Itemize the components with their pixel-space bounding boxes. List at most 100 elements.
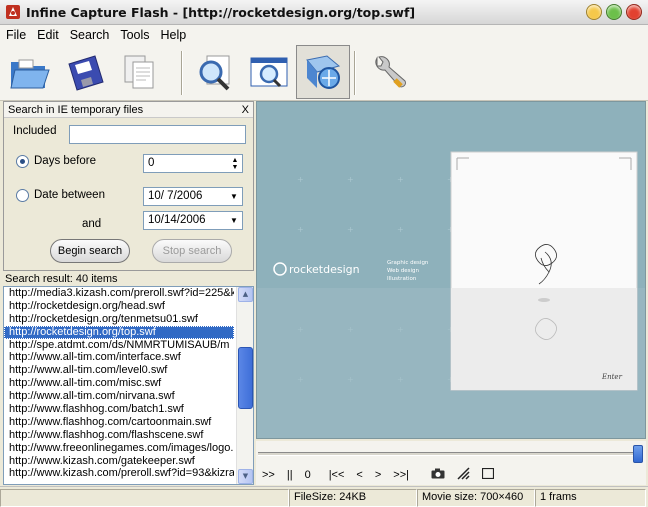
list-item[interactable]: http://www.flashhog.com/batch1.swf — [4, 403, 234, 416]
window-title: Infine Capture Flash - [http://rocketdes… — [26, 4, 416, 20]
toolbar — [0, 45, 648, 101]
preview-service-graphic: Graphic design — [387, 260, 429, 266]
open-folder-icon — [10, 59, 50, 89]
resize-grip-icon[interactable] — [451, 467, 476, 483]
menu-bar: File Edit Search Tools Help — [0, 25, 648, 45]
included-input[interactable] — [69, 125, 246, 144]
status-frames: 1 frams — [535, 489, 646, 507]
seek-track[interactable] — [258, 452, 638, 456]
search-panel: Search in IE temporary files X Included … — [3, 101, 254, 271]
close-panel-icon[interactable]: X — [242, 104, 249, 116]
menu-file[interactable]: File — [0, 28, 31, 42]
close-button[interactable] — [626, 4, 642, 20]
save-floppy-icon — [68, 55, 104, 91]
svg-text:+: + — [297, 175, 304, 184]
search-window-icon — [250, 57, 288, 88]
menu-search[interactable]: Search — [64, 28, 115, 42]
list-item[interactable]: http://www.kizash.com/gatekeeper.swf — [4, 455, 234, 468]
preview-brand: rocketdesign — [289, 263, 360, 276]
copy-button[interactable] — [112, 45, 166, 99]
list-item[interactable]: http://www.all-tim.com/nirvana.swf — [4, 390, 234, 403]
save-button[interactable] — [58, 45, 112, 99]
svg-text:+: + — [347, 225, 354, 234]
prev-frame-button[interactable]: < — [350, 469, 368, 481]
date-from-picker[interactable]: 10/ 7/2006 ▼ — [143, 187, 243, 206]
settings-button[interactable] — [362, 45, 416, 99]
date-between-label: Date between — [34, 189, 105, 201]
playback-controls: >> || 0 |<< < > >>| — [256, 465, 646, 485]
included-label: Included — [13, 125, 57, 137]
find-in-page-button[interactable] — [188, 45, 242, 99]
open-button[interactable] — [2, 45, 56, 99]
list-item[interactable]: http://www.kizash.com/preroll.swf?id=93&… — [4, 467, 234, 480]
scroll-down-icon[interactable]: ▼ — [238, 469, 253, 484]
next-frame-button[interactable]: > — [369, 469, 387, 481]
svg-text:+: + — [397, 225, 404, 234]
stop-search-button[interactable]: Stop search — [152, 239, 232, 263]
svg-text:+: + — [347, 175, 354, 184]
status-movie-size: Movie size: 700×460 — [417, 489, 535, 507]
search-panel-title: Search in IE temporary files — [8, 103, 144, 116]
ie-cache-icon — [306, 55, 341, 89]
preview-canvas: ++++ ++++ ++++ ++++ rocketdesign Graphic… — [257, 151, 645, 438]
app-flash-icon — [5, 4, 21, 20]
menu-edit[interactable]: Edit — [31, 28, 64, 42]
status-filesize: FileSize: 24KB — [289, 489, 417, 507]
vertical-scrollbar[interactable]: ▲ ▼ — [236, 287, 253, 484]
begin-search-button[interactable]: Begin search — [50, 239, 130, 263]
status-bar: FileSize: 24KB Movie size: 700×460 1 fra… — [0, 486, 648, 507]
search-panel-header: Search in IE temporary files X — [4, 102, 253, 118]
search-result-count: Search result: 40 items — [5, 273, 118, 285]
search-window-button[interactable] — [242, 45, 296, 99]
days-before-field[interactable]: 0 ▲ ▼ — [143, 154, 243, 173]
list-item[interactable]: http://www.flashhog.com/cartoonmain.swf — [4, 416, 234, 429]
seek-bar[interactable] — [256, 441, 646, 465]
scroll-thumb[interactable] — [238, 347, 253, 409]
play-button[interactable]: >> — [256, 469, 281, 481]
menu-help[interactable]: Help — [155, 28, 192, 42]
seek-thumb[interactable] — [633, 445, 643, 463]
list-item[interactable]: http://www.all-tim.com/interface.swf — [4, 351, 234, 364]
minimize-button[interactable] — [586, 4, 602, 20]
chevron-down-icon[interactable]: ▼ — [227, 189, 241, 204]
list-item[interactable]: http://rocketdesign.org/tenmetsu01.swf — [4, 313, 234, 326]
date-between-radio[interactable] — [16, 189, 29, 202]
app-window: Infine Capture Flash - [http://rocketdes… — [0, 0, 648, 507]
copy-pages-icon — [124, 55, 154, 89]
svg-text:+: + — [297, 225, 304, 234]
list-item[interactable]: http://rocketdesign.org/top.swf — [4, 325, 234, 339]
date-from-value: 10/ 7/2006 — [148, 190, 203, 202]
spin-arrows-icon[interactable]: ▲ ▼ — [228, 155, 242, 172]
results-list[interactable]: http://media3.kizash.com/preroll.swf?id=… — [3, 286, 254, 485]
stop-button[interactable]: 0 — [299, 469, 317, 481]
list-item[interactable]: http://spe.atdmt.com/ds/NMMRTUMISAUB/m — [4, 339, 234, 352]
camera-icon[interactable] — [425, 468, 451, 482]
svg-text:+: + — [397, 175, 404, 184]
list-item[interactable]: http://www.freeonlinegames.com/images/lo… — [4, 442, 234, 455]
preview-enter[interactable]: Enter — [601, 373, 623, 381]
magnify-page-icon — [199, 55, 230, 91]
scroll-up-icon[interactable]: ▲ — [238, 287, 253, 302]
date-to-picker[interactable]: 10/14/2006 ▼ — [143, 211, 243, 230]
days-before-label: Days before — [34, 155, 97, 167]
days-before-radio[interactable] — [16, 155, 29, 168]
list-item[interactable]: http://www.flashhog.com/flashscene.swf — [4, 429, 234, 442]
title-bar[interactable]: Infine Capture Flash - [http://rocketdes… — [0, 0, 648, 25]
chevron-down-icon[interactable]: ▼ — [227, 213, 241, 228]
and-label: and — [82, 218, 102, 230]
last-frame-button[interactable]: >>| — [387, 469, 415, 481]
menu-tools[interactable]: Tools — [114, 28, 154, 42]
date-to-value: 10/14/2006 — [148, 214, 206, 226]
first-frame-button[interactable]: |<< — [323, 469, 351, 481]
pause-button[interactable]: || — [281, 469, 299, 481]
list-item[interactable]: http://www.all-tim.com/misc.swf — [4, 377, 234, 390]
flash-preview[interactable]: ++++ ++++ ++++ ++++ rocketdesign Graphic… — [256, 101, 646, 439]
maximize-button[interactable] — [606, 4, 622, 20]
preview-service-web: Web design — [387, 268, 419, 274]
ie-cache-button[interactable] — [296, 45, 350, 99]
list-item[interactable]: http://media3.kizash.com/preroll.swf?id=… — [4, 287, 234, 300]
list-item[interactable]: http://rocketdesign.org/head.swf — [4, 300, 234, 313]
list-item[interactable]: http://www.all-tim.com/level0.swf — [4, 364, 234, 377]
fullscreen-icon[interactable] — [476, 467, 500, 482]
wrench-icon — [375, 56, 406, 88]
